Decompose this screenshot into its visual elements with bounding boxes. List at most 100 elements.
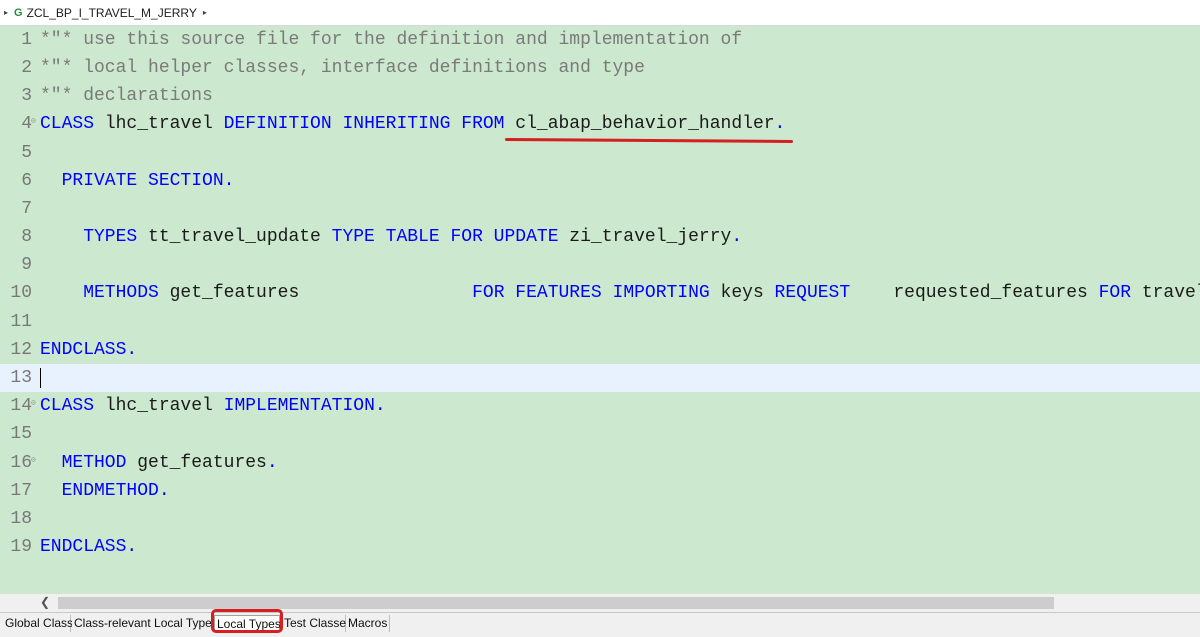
tab-macros[interactable]: Macros	[346, 615, 390, 632]
keyword-token: ENDMETHOD.	[40, 481, 170, 501]
line-number: 19	[10, 537, 32, 557]
identifier-token: lhc_travel	[94, 396, 224, 416]
code-line[interactable]: 2 *"* local helper classes, interface def…	[0, 54, 1200, 82]
code-text[interactable]: PRIVATE SECTION.	[40, 167, 235, 195]
line-number: 1	[21, 30, 32, 50]
text-caret	[40, 368, 41, 388]
identifier-token: get_features	[158, 283, 473, 303]
code-line[interactable]: 12 ENDCLASS.	[0, 336, 1200, 364]
code-line[interactable]: 15	[0, 420, 1200, 448]
comment-token: *"* use this source file for the definit…	[40, 30, 743, 50]
identifier-token: lhc_travel	[94, 114, 224, 134]
code-line[interactable]: 3 *"* declarations	[0, 82, 1200, 110]
keyword-token: ENDCLASS.	[40, 537, 138, 557]
code-text[interactable]: *"* declarations	[40, 82, 213, 110]
line-number: 15	[10, 424, 32, 444]
code-text[interactable]: *"* local helper classes, interface defi…	[40, 54, 645, 82]
tab-class-relevant-local-types[interactable]: Class-relevant Local Types	[72, 615, 218, 632]
line-number: 14	[10, 396, 32, 416]
line-number: 13	[10, 368, 32, 388]
code-line[interactable]: 13	[0, 364, 1200, 392]
code-line[interactable]: 8 TYPES tt_travel_update TYPE TABLE FOR …	[0, 223, 1200, 251]
keyword-token: REQUEST	[774, 283, 851, 303]
code-text[interactable]: ENDCLASS.	[40, 336, 137, 364]
keyword-token: CLASS	[40, 396, 95, 416]
code-text[interactable]: CLASS lhc_travel DEFINITION INHERITING F…	[40, 110, 785, 138]
identifier-token: travel	[1131, 283, 1200, 303]
code-line[interactable]: 18	[0, 505, 1200, 533]
identifier-token: zi_travel_jerry	[558, 227, 732, 247]
identifier-token: get_features	[126, 453, 267, 473]
scroll-left-icon[interactable]: ❮	[40, 595, 50, 609]
line-number: 8	[21, 227, 32, 247]
fold-toggle-icon[interactable]: ⊝	[31, 390, 36, 418]
keyword-token: DEFINITION INHERITING FROM	[223, 114, 505, 134]
code-line[interactable]: 1 *"* use this source file for the defini…	[0, 26, 1200, 54]
code-line[interactable]: 19 ENDCLASS.	[0, 533, 1200, 561]
keyword-token: .	[266, 453, 278, 473]
keyword-token: PRIVATE SECTION.	[40, 171, 235, 191]
code-text[interactable]: METHOD get_features.	[40, 449, 278, 477]
keyword-token: .	[774, 114, 786, 134]
line-number: 17	[10, 481, 32, 501]
breadcrumb[interactable]: ▸ G ZCL_BP_I_TRAVEL_M_JERRY ▸	[0, 0, 1200, 26]
code-line[interactable]: 5	[0, 139, 1200, 167]
keyword-token: ENDCLASS.	[40, 340, 138, 360]
code-line[interactable]: 6 PRIVATE SECTION.	[0, 167, 1200, 195]
identifier-token: cl_abap_behavior_handler	[504, 114, 775, 134]
line-number: 16	[10, 453, 32, 473]
code-text[interactable]: TYPES tt_travel_update TYPE TABLE FOR UP…	[40, 223, 742, 251]
breadcrumb-title[interactable]: ZCL_BP_I_TRAVEL_M_JERRY	[27, 6, 197, 20]
code-text[interactable]: METHODS get_features FOR FEATURES IMPORT…	[40, 279, 1200, 307]
line-number: 3	[21, 86, 32, 106]
keyword-token: IMPLEMENTATION.	[223, 396, 386, 416]
line-number: 4	[21, 114, 32, 134]
comment-token: *"* declarations	[40, 86, 213, 106]
code-text[interactable]: CLASS lhc_travel IMPLEMENTATION.	[40, 392, 386, 420]
code-line[interactable]: 10 METHODS get_features FOR FEATURES IMP…	[0, 279, 1200, 307]
class-icon: G	[14, 6, 23, 19]
tab-highlight-annotation	[211, 609, 283, 633]
line-number: 9	[21, 255, 32, 275]
horizontal-scrollbar[interactable]: ❮	[0, 594, 1200, 612]
line-number: 5	[21, 143, 32, 163]
line-number: 6	[21, 171, 32, 191]
scrollbar-thumb[interactable]	[58, 597, 1054, 609]
fold-toggle-icon[interactable]: ⊝	[31, 447, 36, 475]
tab-global-class[interactable]: Global Class	[3, 615, 73, 632]
keyword-token: .	[731, 227, 743, 247]
keyword-token: FOR	[1098, 283, 1132, 303]
code-text[interactable]: *"* use this source file for the definit…	[40, 26, 742, 54]
keyword-token: FOR FEATURES IMPORTING	[472, 283, 710, 303]
code-line[interactable]: 14 ⊝ CLASS lhc_travel IMPLEMENTATION.	[0, 392, 1200, 420]
identifier-token: tt_travel_update	[137, 227, 332, 247]
fold-toggle-icon[interactable]: ⊝	[31, 108, 36, 136]
keyword-token: TYPE TABLE FOR UPDATE	[331, 227, 559, 247]
code-editor[interactable]: 1 *"* use this source file for the defini…	[0, 26, 1200, 594]
keyword-token: CLASS	[40, 114, 95, 134]
code-text[interactable]: ENDCLASS.	[40, 533, 137, 561]
line-number: 12	[10, 340, 32, 360]
line-number: 11	[10, 312, 32, 332]
code-line[interactable]: 7	[0, 195, 1200, 223]
line-number: 2	[21, 58, 32, 78]
chevron-right-icon[interactable]: ▸	[203, 8, 207, 17]
keyword-token: METHOD	[40, 453, 127, 473]
code-line[interactable]: 17 ENDMETHOD.	[0, 477, 1200, 505]
code-text[interactable]: ENDMETHOD.	[40, 477, 170, 505]
editor-tab-bar: Global Class Class-relevant Local Types Lo…	[0, 612, 1200, 637]
code-line[interactable]: 16 ⊝ METHOD get_features.	[0, 449, 1200, 477]
code-line[interactable]: 9	[0, 251, 1200, 279]
line-number: 10	[10, 283, 32, 303]
code-line[interactable]: 4 ⊝ CLASS lhc_travel DEFINITION INHERITING…	[0, 110, 1200, 138]
keyword-token: METHODS	[40, 283, 159, 303]
tab-test-classes[interactable]: Test Classes	[282, 615, 352, 632]
code-line[interactable]: 11	[0, 308, 1200, 336]
comment-token: *"* local helper classes, interface defi…	[40, 58, 645, 78]
line-number: 7	[21, 199, 32, 219]
code-lines[interactable]: 1 *"* use this source file for the defini…	[0, 26, 1200, 594]
line-number: 18	[10, 509, 32, 529]
expand-arrow-icon[interactable]: ▸	[4, 8, 14, 17]
keyword-token: TYPES	[40, 227, 138, 247]
identifier-token: requested_features	[850, 283, 1099, 303]
